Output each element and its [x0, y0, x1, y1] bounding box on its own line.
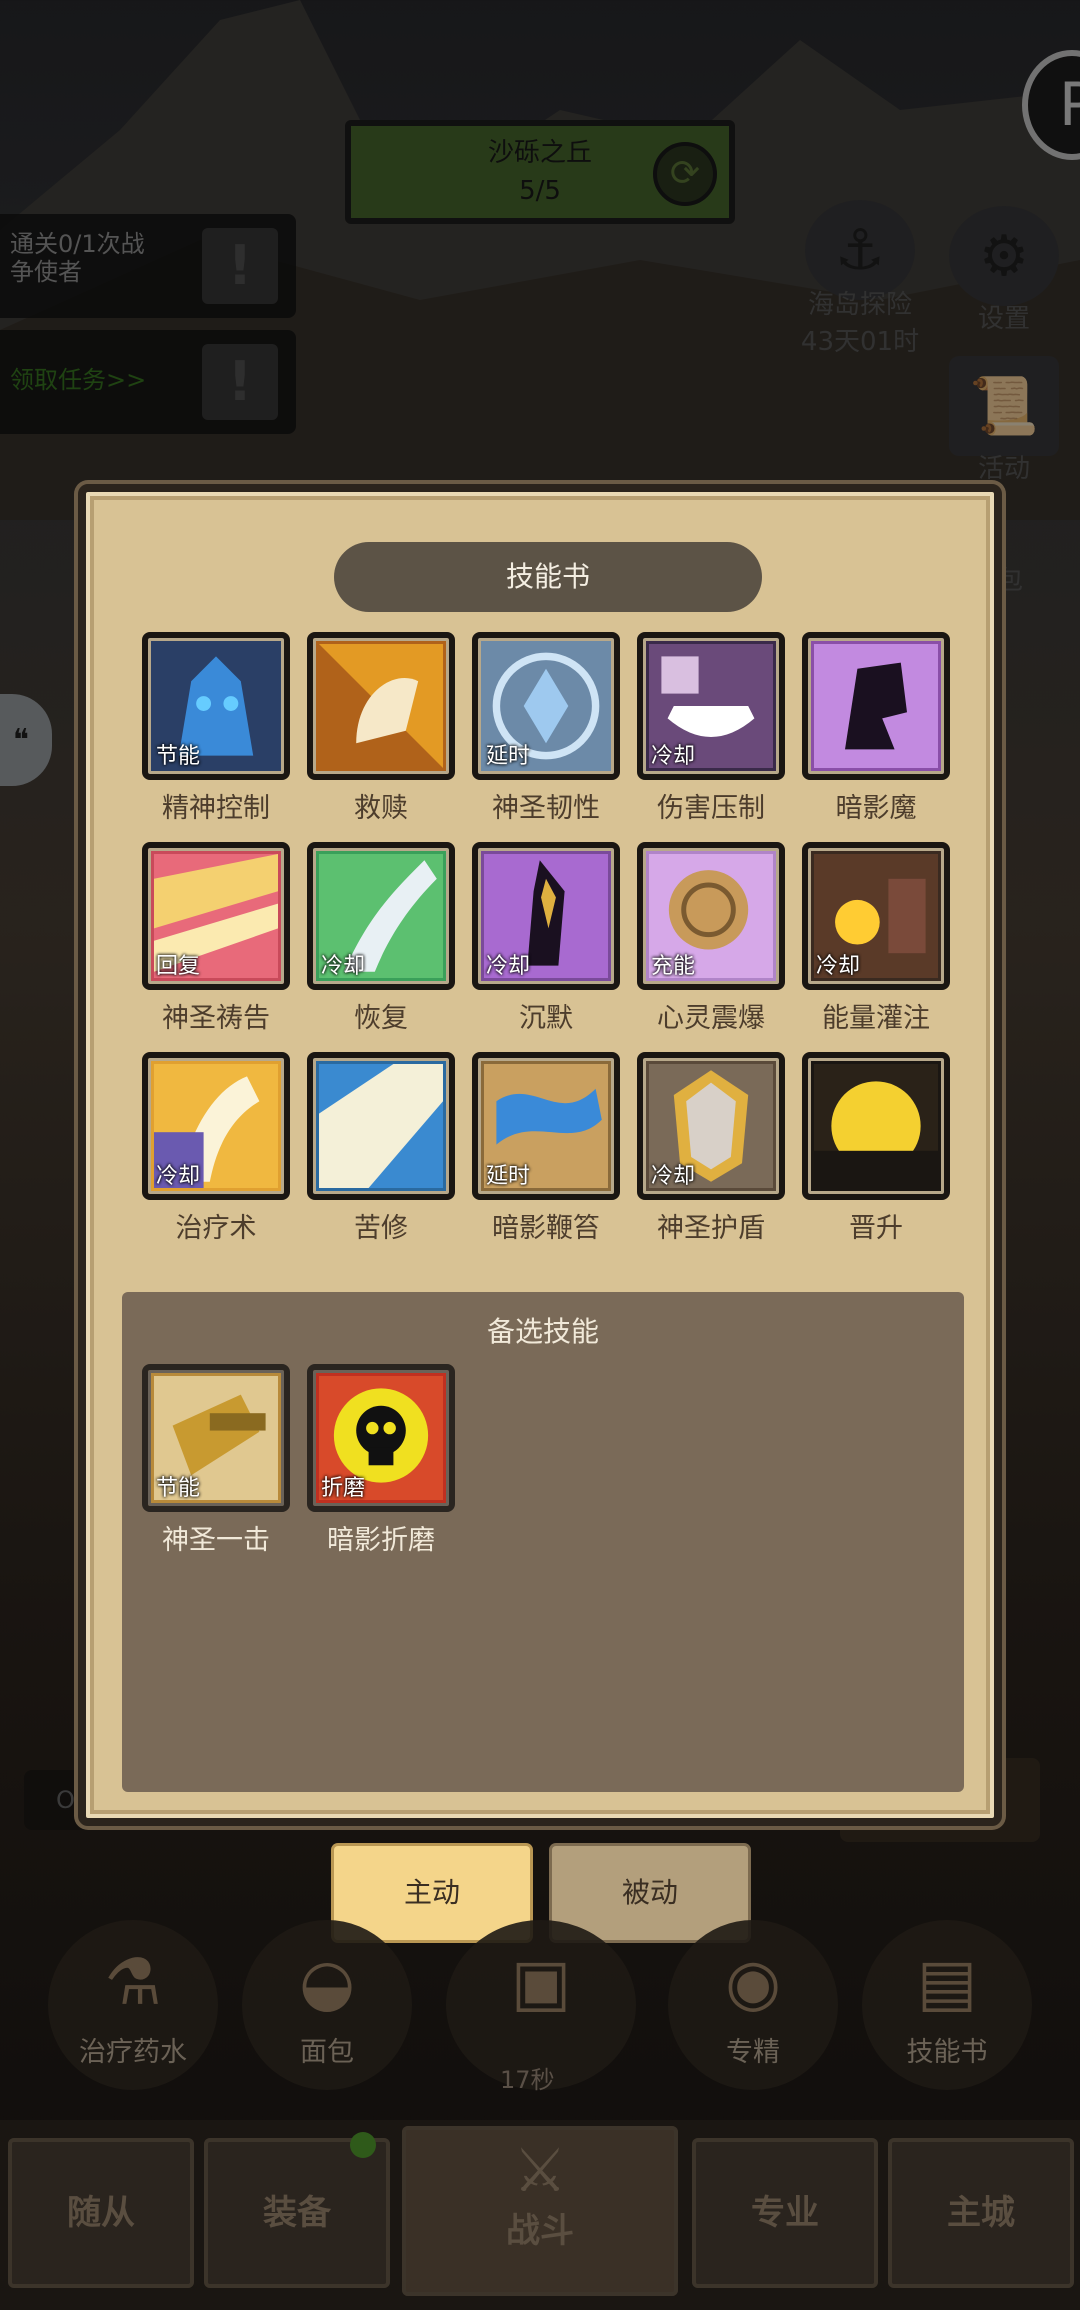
skill-name: 神圣护盾 — [657, 1213, 765, 1244]
item-healing-potion[interactable]: ⚗ 治疗药水 — [48, 1920, 218, 2090]
nav-equipment[interactable]: 装备 — [204, 2138, 390, 2288]
skill-ascension-icon — [802, 1052, 950, 1200]
skill-mind-control-icon: 节能 — [142, 632, 290, 780]
skill-name: 暗影折磨 — [327, 1525, 435, 1556]
skill-tag: 延时 — [486, 744, 531, 769]
item-skill-book[interactable]: ▤ 技能书 — [862, 1920, 1032, 2090]
skill-name: 精神控制 — [162, 793, 270, 824]
skill-slot[interactable]: 延时 暗影鞭笞 — [472, 1052, 620, 1244]
nav-battle-label: 战斗 — [506, 2211, 574, 2251]
skill-tag: 延时 — [486, 1164, 531, 1189]
skill-name: 恢复 — [354, 1003, 408, 1034]
skill-name: 伤害压制 — [657, 793, 765, 824]
book-icon: ▤ — [916, 1946, 978, 2020]
skill-holy-shield-icon: 冷却 — [637, 1052, 785, 1200]
notification-dot-icon — [350, 2132, 376, 2158]
bread-icon: ◒ — [299, 1946, 355, 2020]
skill-mind-blast-icon: 充能 — [637, 842, 785, 990]
skill-slot[interactable]: 暗影魔 — [802, 632, 950, 824]
skill-slot[interactable]: 冷却 治疗术 — [142, 1052, 290, 1244]
skill-slot[interactable]: 冷却 伤害压制 — [637, 632, 785, 824]
nav-specialty[interactable]: 专业 — [692, 2138, 878, 2288]
skill-tag: 冷却 — [321, 954, 366, 979]
skill-slot[interactable]: 充能 心灵震爆 — [637, 842, 785, 1034]
alternate-skills-title: 备选技能 — [486, 1315, 599, 1348]
alternate-skills-area: 备选技能 节能 神圣一击 折磨 暗影折磨 — [122, 1292, 964, 1792]
nav-city[interactable]: 主城 — [888, 2138, 1074, 2288]
skill-slot[interactable]: 苦修 — [307, 1052, 455, 1244]
skill-redemption-icon — [307, 632, 455, 780]
skill-tag: 节能 — [156, 1476, 201, 1501]
skill-slot[interactable]: 节能 精神控制 — [142, 632, 290, 824]
item-specialization[interactable]: ◉ 专精 — [668, 1920, 838, 2090]
alt-skill-slot[interactable]: 节能 神圣一击 — [142, 1364, 290, 1556]
skill-slot[interactable]: 冷却 能量灌注 — [802, 842, 950, 1034]
skill-name: 心灵震爆 — [657, 1003, 765, 1034]
skill-slot[interactable]: 救赎 — [307, 632, 455, 824]
alt-skill-slot[interactable]: 折磨 暗影折磨 — [307, 1364, 455, 1556]
skill-name: 能量灌注 — [822, 1003, 930, 1034]
skill-mind-flay-icon: 延时 — [472, 1052, 620, 1200]
skill-penance-icon — [307, 1052, 455, 1200]
item-label: 面包 — [300, 2037, 354, 2068]
skill-slot[interactable]: 冷却 恢复 — [307, 842, 455, 1034]
skill-name: 救赎 — [354, 793, 408, 824]
skill-name: 神圣祷告 — [162, 1003, 270, 1034]
skill-heal-icon: 冷却 — [142, 1052, 290, 1200]
skill-tag: 冷却 — [651, 744, 696, 769]
skill-name: 晋升 — [849, 1213, 903, 1244]
skill-name: 神圣韧性 — [492, 793, 600, 824]
item-label: 专精 — [726, 2037, 780, 2068]
skill-book-panel: 技能书 节能 精神控制 救赎 延时 神圣韧性 冷却 伤害压制 暗影魔 回复 神圣… — [78, 484, 1002, 1826]
item-label: 技能书 — [906, 2037, 988, 2068]
skill-holy-resilience-icon: 延时 — [472, 632, 620, 780]
skill-tag: 回复 — [156, 954, 201, 979]
skill-slot[interactable]: 回复 神圣祷告 — [142, 842, 290, 1034]
skill-slot[interactable]: 晋升 — [802, 1052, 950, 1244]
skill-shadowfiend-icon — [802, 632, 950, 780]
potion-icon: ⚗ — [104, 1946, 162, 2020]
panel-title: 技能书 — [334, 542, 762, 612]
item-bread[interactable]: ◒ 面包 — [242, 1920, 412, 2090]
skill-prayer-icon: 回复 — [142, 842, 290, 990]
nav-followers[interactable]: 随从 — [8, 2138, 194, 2288]
skill-renew-icon: 冷却 — [307, 842, 455, 990]
skill-name: 暗影魔 — [835, 793, 917, 824]
skill-silence-icon: 冷却 — [472, 842, 620, 990]
skill-name: 沉默 — [519, 1003, 573, 1034]
skill-name: 暗影鞭笞 — [492, 1213, 600, 1244]
skill-tag: 冷却 — [156, 1164, 201, 1189]
specialization-icon: ◉ — [725, 1946, 781, 2020]
skill-damage-suppression-icon: 冷却 — [637, 632, 785, 780]
skill-shadow-torment-icon: 折磨 — [307, 1364, 455, 1512]
skill-slot[interactable]: 延时 神圣韧性 — [472, 632, 620, 824]
skill-tag: 折磨 — [321, 1476, 366, 1501]
chest-icon: ▣ — [510, 1946, 572, 2020]
skill-holy-strike-icon: 节能 — [142, 1364, 290, 1512]
nav-battle[interactable]: ⚔ 战斗 — [402, 2126, 678, 2296]
skill-tag: 冷却 — [816, 954, 861, 979]
tab-active-skills[interactable]: 主动 — [334, 1846, 530, 1940]
skill-slot[interactable]: 冷却 神圣护盾 — [637, 1052, 785, 1244]
skill-tag: 冷却 — [651, 1164, 696, 1189]
skill-power-infusion-icon: 冷却 — [802, 842, 950, 990]
skill-tag: 节能 — [156, 744, 201, 769]
skill-tag: 充能 — [651, 954, 696, 979]
item-label: 治疗药水 — [79, 2037, 187, 2068]
skill-slot[interactable]: 冷却 沉默 — [472, 842, 620, 1034]
skill-name: 苦修 — [354, 1213, 408, 1244]
chest-timer: 17秒 — [500, 2066, 555, 2094]
skill-name: 神圣一击 — [162, 1525, 270, 1556]
skill-tag: 冷却 — [486, 954, 531, 979]
skill-name: 治疗术 — [175, 1213, 257, 1244]
